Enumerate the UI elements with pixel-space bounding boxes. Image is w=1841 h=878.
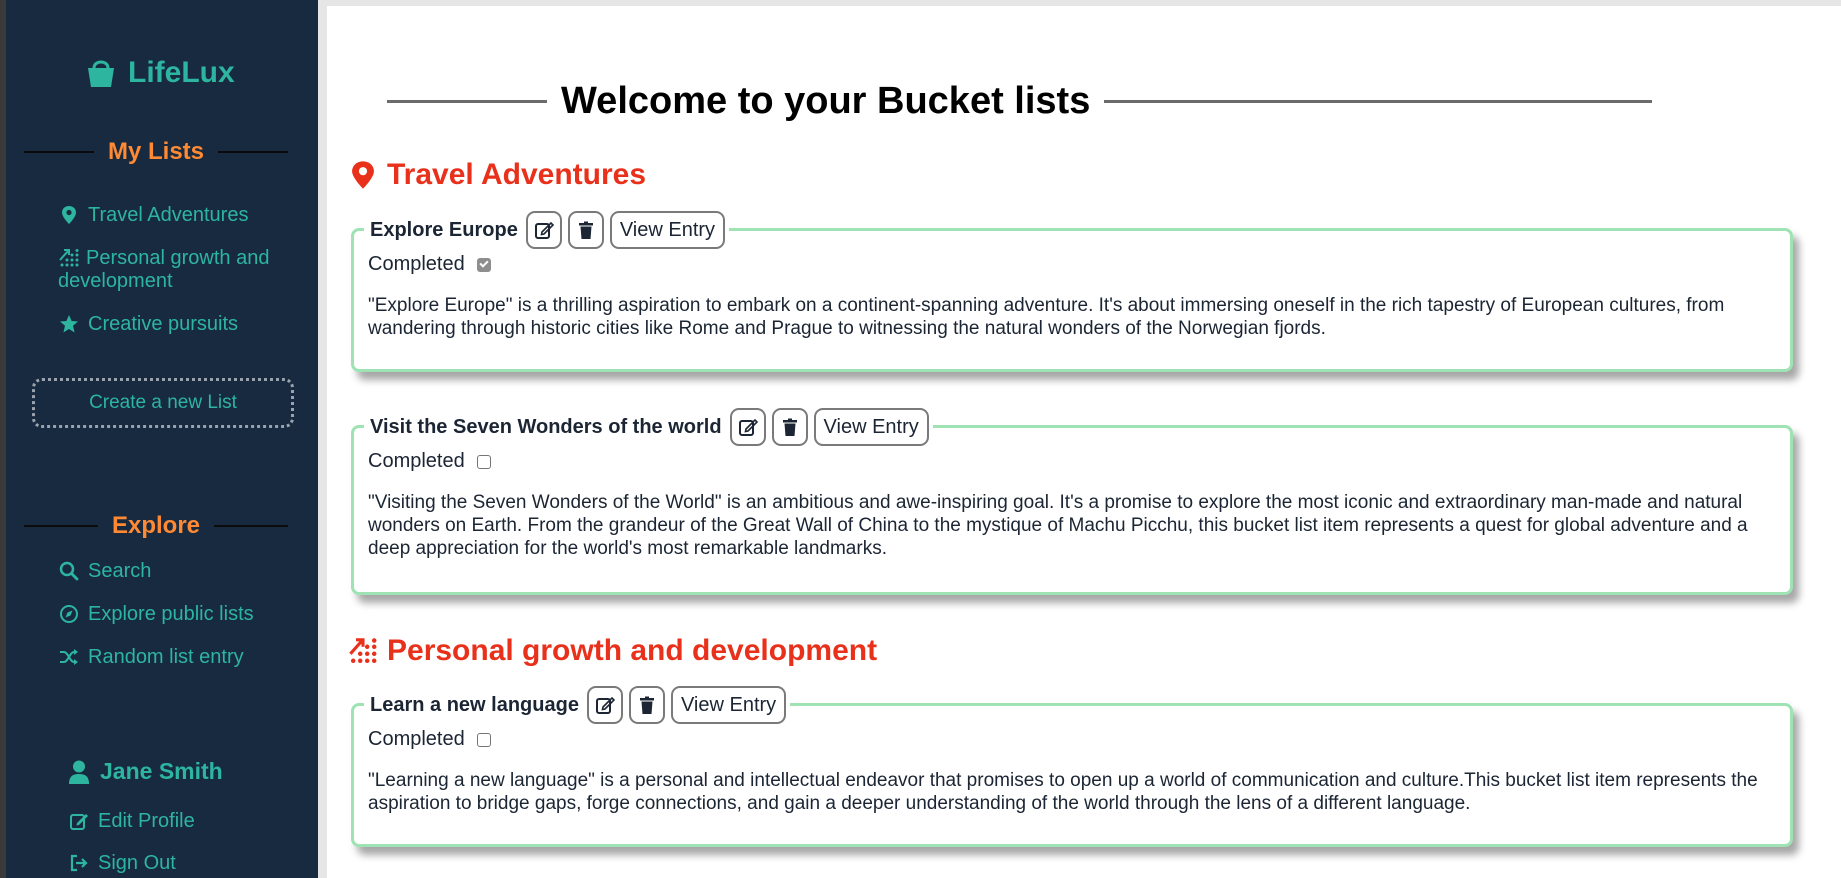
sidebar-item-explore-public[interactable]: Explore public lists (58, 603, 298, 626)
completed-checkbox[interactable] (476, 257, 491, 272)
map-pin-icon (58, 204, 80, 226)
edit-icon (738, 418, 758, 436)
divider (24, 151, 94, 153)
search-icon (58, 560, 80, 582)
my-lists-nav: Travel Adventures Personal growth and de… (58, 204, 298, 336)
my-lists-label: My Lists (107, 138, 205, 165)
list-title-personal-growth: Personal growth and development (349, 634, 877, 668)
my-lists-heading: My Lists (24, 138, 288, 166)
view-entry-button[interactable]: View Entry (813, 408, 929, 446)
bucket-icon (88, 60, 114, 87)
sidebar-item-search[interactable]: Search (58, 560, 298, 583)
page-title: Welcome to your Bucket lists (561, 80, 1091, 122)
explore-nav: Search Explore public lists Random list … (58, 560, 298, 669)
user-profile[interactable]: Jane Smith (68, 758, 223, 785)
sign-out-label: Sign Out (98, 852, 176, 874)
divider (24, 525, 98, 527)
sidebar-item-label: Personal growth and development (58, 247, 270, 292)
delete-entry-button[interactable] (567, 211, 604, 249)
edit-icon (68, 810, 90, 832)
create-list-button[interactable]: Create a new List (32, 378, 294, 428)
compass-icon (58, 603, 80, 625)
entry-name: Explore Europe (370, 218, 518, 241)
entry-header: Visit the Seven Wonders of the world Vie… (364, 408, 933, 446)
trash-icon (782, 418, 797, 436)
list-title-label: Travel Adventures (387, 158, 646, 191)
star-icon (58, 313, 80, 335)
growth-chart-icon (58, 247, 80, 269)
sidebar-item-label: Random list entry (88, 646, 244, 668)
map-pin-icon (352, 161, 374, 189)
list-title-travel-adventures: Travel Adventures (349, 158, 646, 192)
sidebar: LifeLux My Lists Travel Adventures Perso… (0, 0, 318, 878)
list-title-label: Personal growth and development (387, 634, 878, 667)
divider (218, 151, 288, 153)
sidebar-item-label: Explore public lists (88, 603, 254, 625)
completed-row: Completed (368, 728, 491, 751)
divider (1104, 100, 1652, 103)
completed-row: Completed (368, 450, 491, 473)
completed-checkbox[interactable] (476, 454, 491, 469)
entry-header: Learn a new language View Entry (364, 686, 791, 724)
edit-icon (534, 221, 554, 239)
sidebar-item-label: Search (88, 560, 152, 582)
edit-profile-label: Edit Profile (98, 810, 195, 832)
edit-profile-link[interactable]: Edit Profile (68, 810, 308, 833)
completed-row: Completed (368, 253, 491, 276)
entry-card-explore-europe: Explore Europe View Entry Completed "Exp… (351, 211, 1793, 372)
entry-name: Learn a new language (370, 693, 579, 716)
shuffle-icon (58, 646, 80, 668)
user-name: Jane Smith (100, 758, 223, 784)
completed-checkbox[interactable] (476, 732, 491, 747)
sign-out-link[interactable]: Sign Out (68, 852, 308, 875)
sidebar-item-label: Creative pursuits (88, 313, 239, 335)
user-icon (69, 760, 89, 784)
sign-out-icon (68, 852, 90, 874)
completed-label: Completed (368, 253, 465, 275)
sidebar-item-travel-adventures[interactable]: Travel Adventures (58, 204, 298, 227)
account-nav: Edit Profile Sign Out (68, 810, 308, 875)
delete-entry-button[interactable] (628, 686, 665, 724)
view-entry-button[interactable]: View Entry (670, 686, 787, 724)
brand[interactable]: LifeLux (86, 56, 235, 90)
explore-label: Explore (111, 512, 201, 539)
entry-description: "Explore Europe" is a thrilling aspirati… (368, 295, 1725, 339)
entry-card-seven-wonders: Visit the Seven Wonders of the world Vie… (351, 408, 1793, 595)
view-entry-button[interactable]: View Entry (609, 211, 726, 249)
sidebar-item-creative-pursuits[interactable]: Creative pursuits (58, 313, 298, 336)
brand-name: LifeLux (128, 56, 235, 89)
edit-entry-button[interactable] (586, 686, 623, 724)
entry-description: "Learning a new language" is a personal … (368, 770, 1758, 814)
sidebar-item-label: Travel Adventures (88, 204, 249, 226)
entry-name: Visit the Seven Wonders of the world (370, 415, 722, 438)
edit-icon (595, 696, 615, 714)
delete-entry-button[interactable] (771, 408, 808, 446)
entry-description: "Visiting the Seven Wonders of the World… (368, 492, 1748, 559)
main-content: Welcome to your Bucket lists Travel Adve… (318, 0, 1841, 878)
divider (387, 100, 547, 103)
sidebar-item-random-entry[interactable]: Random list entry (58, 646, 298, 669)
completed-label: Completed (368, 450, 465, 472)
sidebar-item-personal-growth[interactable]: Personal growth and development (58, 247, 298, 293)
page-header: Welcome to your Bucket lists (387, 80, 1652, 123)
divider (214, 525, 288, 527)
edit-entry-button[interactable] (729, 408, 766, 446)
trash-icon (578, 221, 593, 239)
entry-header: Explore Europe View Entry (364, 211, 730, 249)
completed-label: Completed (368, 728, 465, 750)
edit-entry-button[interactable] (525, 211, 562, 249)
trash-icon (639, 696, 654, 714)
growth-chart-icon (349, 638, 377, 664)
entry-card-learn-language: Learn a new language View Entry Complete… (351, 686, 1793, 847)
explore-heading: Explore (24, 512, 288, 540)
